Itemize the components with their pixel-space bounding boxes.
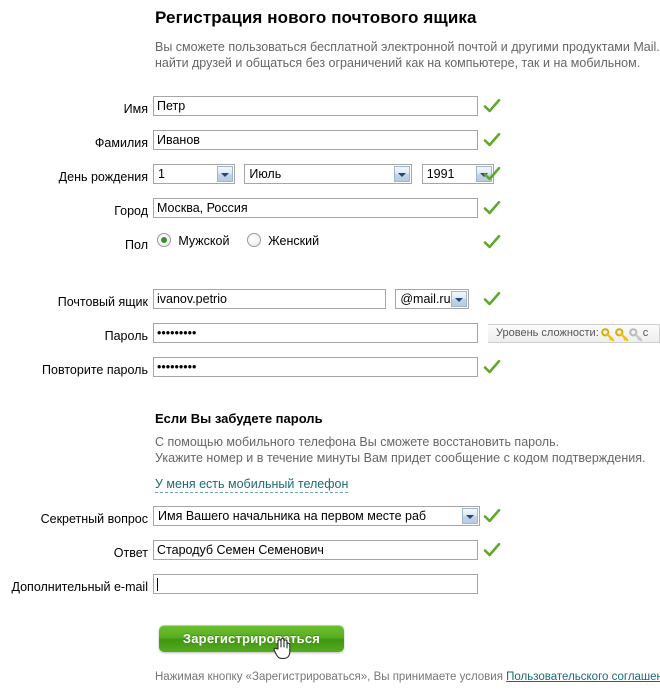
extra-email-input[interactable] — [153, 574, 478, 594]
terms-text-before: Нажимая кнопку «Зарегистрироваться», Вы … — [155, 671, 507, 683]
label-extra-email: Дополнительный e-mail — [11, 580, 149, 594]
label-gender: Пол — [125, 238, 148, 252]
label-city: Город — [114, 204, 148, 218]
label-first-name: Имя — [123, 102, 148, 116]
gender-option-male-label: Мужской — [178, 234, 230, 248]
secret-question-value: Имя Вашего начальника на первом месте ра… — [158, 509, 427, 523]
forgot-line2: Укажите номер и в течение минуты Вам при… — [155, 451, 646, 465]
label-last-name: Фамилия — [94, 136, 148, 150]
text-caret — [157, 578, 158, 591]
last-name-control — [153, 130, 478, 150]
key-icon-filled — [614, 328, 629, 342]
valid-check-mailbox — [483, 290, 501, 308]
have-mobile-phone-link[interactable]: У меня есть мобильный телефон — [155, 477, 349, 493]
row-gender: Пол Мужской Женский — [0, 232, 660, 270]
extra-email-control — [153, 574, 478, 594]
mailbox-domain-select[interactable]: @mail.ru — [395, 289, 470, 309]
label-password-repeat: Повторите пароль — [42, 363, 148, 377]
valid-check-birthday — [483, 165, 501, 183]
gender-radio-group: Мужской Женский — [157, 233, 333, 248]
label-birthday: День рождения — [58, 170, 148, 184]
label-password: Пароль — [104, 329, 148, 343]
birthday-month-value: Июль — [249, 167, 282, 181]
submit-area: Зарегистрироваться — [159, 625, 344, 652]
birthday-day-select[interactable]: 1 — [153, 164, 235, 184]
gender-option-male[interactable]: Мужской — [157, 233, 229, 248]
secret-question-select[interactable]: Имя Вашего начальника на первом месте ра… — [153, 506, 480, 526]
chevron-down-icon — [394, 166, 411, 182]
registration-page: Регистрация нового почтового ящика Вы см… — [0, 0, 660, 700]
row-mailbox: Почтовый ящик @mail.ru — [0, 289, 660, 323]
mailbox-input[interactable] — [153, 289, 386, 309]
birthday-month-select[interactable]: Июль — [244, 164, 413, 184]
user-agreement-link[interactable]: Пользовательского соглашения — [506, 671, 660, 683]
register-button[interactable]: Зарегистрироваться — [159, 625, 344, 652]
valid-check-first-name — [483, 97, 501, 115]
last-name-input[interactable] — [153, 130, 478, 150]
row-password: Пароль Уровень сложности: с — [0, 323, 660, 357]
valid-check-password-repeat — [483, 358, 501, 376]
radio-female-icon[interactable] — [246, 233, 261, 247]
password-strength-tooltip: Уровень сложности: с — [488, 324, 660, 343]
terms-footnote: Нажимая кнопку «Зарегистрироваться», Вы … — [155, 671, 660, 683]
password-control — [153, 323, 478, 343]
row-password-repeat: Повторите пароль — [0, 357, 660, 391]
forgot-password-block: Если Вы забудете пароль С помощью мобиль… — [155, 411, 660, 493]
label-secret-question: Секретный вопрос — [40, 512, 148, 526]
password-input[interactable] — [153, 323, 478, 343]
key-icon-filled — [600, 328, 615, 342]
valid-check-secret-question — [483, 507, 501, 525]
password-repeat-input[interactable] — [153, 357, 478, 377]
label-answer: Ответ — [113, 546, 148, 560]
mailbox-control: @mail.ru — [153, 289, 470, 309]
page-header: Регистрация нового почтового ящика Вы см… — [155, 8, 660, 71]
password-strength-label: Уровень сложности: — [496, 327, 599, 339]
row-last-name: Фамилия — [0, 130, 660, 164]
label-mailbox: Почтовый ящик — [57, 295, 148, 309]
city-control — [153, 198, 478, 218]
chevron-down-icon — [217, 166, 233, 182]
page-title: Регистрация нового почтового ящика — [155, 8, 477, 27]
valid-check-gender — [483, 233, 501, 251]
gender-option-female-label: Женский — [268, 234, 320, 248]
city-input[interactable] — [153, 198, 478, 218]
valid-check-answer — [483, 541, 501, 559]
chevron-down-icon — [451, 291, 468, 307]
row-birthday: День рождения 1 Июль 1991 — [0, 164, 660, 198]
first-name-control — [153, 96, 478, 116]
registration-form: Имя Фамилия День рождения 1 — [0, 96, 660, 391]
password-strength-suffix: с — [642, 327, 649, 339]
forgot-line1: С помощью мобильного телефона Вы сможете… — [155, 435, 560, 449]
row-first-name: Имя — [0, 96, 660, 130]
row-city: Город — [0, 198, 660, 232]
page-intro-line1: Вы сможете пользоваться бесплатной элект… — [155, 40, 660, 54]
key-icon-empty — [628, 328, 643, 342]
password-repeat-control — [153, 357, 478, 377]
page-intro-line2: найти друзей и общаться без ограничений … — [155, 56, 641, 70]
answer-input[interactable] — [153, 540, 478, 560]
radio-male-icon[interactable] — [157, 233, 171, 247]
row-answer: Ответ — [0, 540, 660, 574]
answer-control — [153, 540, 478, 560]
chevron-down-icon — [462, 508, 478, 524]
secret-question-control: Имя Вашего начальника на первом месте ра… — [153, 506, 480, 526]
valid-check-city — [483, 199, 501, 217]
row-secret-question: Секретный вопрос Имя Вашего начальника н… — [0, 506, 660, 540]
row-extra-email: Дополнительный e-mail — [0, 574, 660, 608]
gender-option-female[interactable]: Женский — [246, 233, 320, 248]
first-name-input[interactable] — [153, 96, 478, 116]
password-strength-keys — [600, 328, 643, 342]
registration-form-lower: Секретный вопрос Имя Вашего начальника н… — [0, 506, 660, 608]
valid-check-last-name — [483, 131, 501, 149]
birthday-control: 1 Июль 1991 — [153, 164, 494, 184]
forgot-heading: Если Вы забудете пароль — [155, 411, 323, 426]
